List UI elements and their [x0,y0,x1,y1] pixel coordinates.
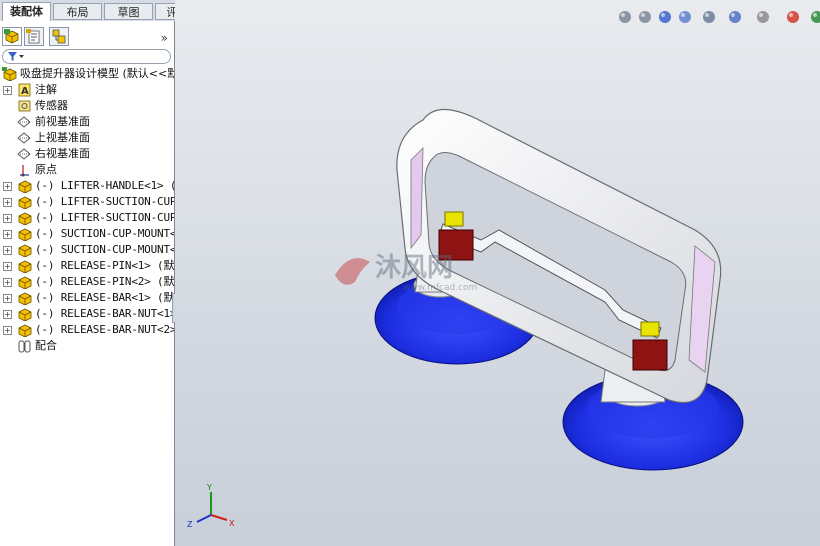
part-icon [17,259,32,274]
tree-item-14[interactable]: + (-) RELEASE-BAR-NUT<1> (默 [0,306,174,322]
triad-x-label: X [229,519,235,528]
tab-0[interactable]: 装配体 [2,2,51,21]
tree-item-16[interactable]: 配合 [0,338,174,354]
tree-item-2[interactable]: 前视基准面 [0,114,174,130]
axis-triad: Y X Z [187,483,235,529]
property-manager-icon [26,29,40,44]
tree-item-label: (-) LIFTER-SUCTION-CUP<2> [35,211,174,224]
configuration-manager-icon [52,29,66,44]
tree-item-12[interactable]: + (-) RELEASE-PIN<2> (默认< [0,274,174,290]
expand-toggle-icon[interactable]: + [3,262,12,271]
expand-toggle-icon[interactable]: + [3,246,12,255]
tree-item-label: (-) RELEASE-BAR<1> (默认< [35,291,174,304]
release-bar-nut-right [640,321,660,337]
expand-toggle-icon[interactable]: + [3,182,12,191]
tab-2[interactable]: 草图 [104,3,153,20]
filter-icon [8,52,24,61]
expand-toggle-icon[interactable]: + [3,230,12,239]
feature-manager-panel: » 吸盘提升器设计模型 (默认<<默 + A 注解传感器前视基准面上视基准面右视基准面… [0,21,182,546]
tree-item-8[interactable]: + (-) LIFTER-SUCTION-CUP<2> [0,210,174,226]
part-icon [17,275,32,290]
tree-item-11[interactable]: + (-) RELEASE-PIN<1> (默认< [0,258,174,274]
graphics-area[interactable]: 沐风网 www.mfcad.com Y X Z [175,0,820,546]
tree-item-10[interactable]: + (-) SUCTION-CUP-MOUNT<2> [0,242,174,258]
tree-item-6[interactable]: + (-) LIFTER-HANDLE<1> (默认 [0,178,174,194]
tree-item-label: 吸盘提升器设计模型 (默认<<默 [20,67,174,80]
configuration-manager-tab[interactable] [49,27,69,46]
sensor-icon [17,99,32,113]
tree-item-3[interactable]: 上视基准面 [0,130,174,146]
tree-item-label: (-) RELEASE-PIN<2> (默认< [35,275,174,288]
part-icon [17,179,32,194]
plane-icon [17,115,32,129]
part-icon [17,291,32,306]
tree-filter-input[interactable] [2,49,171,64]
part-icon [17,211,32,226]
tree-item-label: (-) RELEASE-BAR-NUT<2> (默 [35,323,174,336]
tree-item-label: (-) LIFTER-HANDLE<1> (默认 [35,179,174,192]
release-bar-nut-left [444,211,464,227]
tree-item-label: 右视基准面 [35,147,90,160]
expand-toggle-icon[interactable]: + [3,214,12,223]
expand-toggle-icon[interactable]: + [3,86,12,95]
tree-item-label: 配合 [35,339,57,352]
tree-item-label: (-) RELEASE-PIN<1> (默认< [35,259,174,272]
watermark-url: www.mfcad.com [403,283,477,293]
panel-tabs: » [0,25,174,47]
tree-item-label: 注解 [35,83,57,96]
origin-icon [17,163,32,177]
tree-item-label: (-) LIFTER-SUCTION-CUP<1> [35,195,174,208]
property-manager-tab[interactable] [24,27,44,46]
tree-item-7[interactable]: + (-) LIFTER-SUCTION-CUP<1> [0,194,174,210]
feature-manager-tab[interactable] [2,27,22,46]
tree-item-label: (-) RELEASE-BAR-NUT<1> (默 [35,307,174,320]
assembly-model-view: 沐风网 www.mfcad.com Y X Z [187,108,744,529]
triad-z-label: Z [187,520,193,529]
tab-1[interactable]: 布局 [53,3,102,20]
tree-item-label: 上视基准面 [35,131,90,144]
triad-y-label: Y [206,483,212,492]
part-icon [17,323,32,338]
tree-item-label: 原点 [35,163,57,176]
expand-toggle-icon[interactable]: + [3,310,12,319]
panel-expand-icon[interactable]: » [161,31,168,45]
watermark-text: 沐风网 [375,253,453,283]
part-icon [17,195,32,210]
tree-item-label: (-) SUCTION-CUP-MOUNT<2> [35,243,174,256]
tree-item-label: 传感器 [35,99,68,112]
svg-text:A: A [21,86,29,97]
tree-root-item[interactable]: 吸盘提升器设计模型 (默认<<默 [0,66,174,82]
tree-item-label: 前视基准面 [35,115,90,128]
tree-item-label: (-) SUCTION-CUP-MOUNT<1> [35,227,174,240]
tree-item-9[interactable]: + (-) SUCTION-CUP-MOUNT<1> [0,226,174,242]
part-icon [17,227,32,242]
tree-item-4[interactable]: 右视基准面 [0,146,174,162]
part-icon [17,243,32,258]
assembly-icon [2,67,17,82]
mates-icon [17,339,32,353]
expand-toggle-icon[interactable]: + [3,278,12,287]
expand-toggle-icon[interactable]: + [3,294,12,303]
tree-item-1[interactable]: 传感器 [0,98,174,114]
tree-item-5[interactable]: 原点 [0,162,174,178]
plane-icon [17,147,32,161]
feature-manager-icon [4,29,19,44]
plane-icon [17,131,32,145]
annotations-icon: A [17,83,32,97]
tree-item-0[interactable]: + A 注解 [0,82,174,98]
expand-toggle-icon[interactable]: + [3,326,12,335]
expand-toggle-icon[interactable]: + [3,198,12,207]
tree-item-13[interactable]: + (-) RELEASE-BAR<1> (默认< [0,290,174,306]
tree-item-15[interactable]: + (-) RELEASE-BAR-NUT<2> (默 [0,322,174,338]
part-icon [17,307,32,322]
